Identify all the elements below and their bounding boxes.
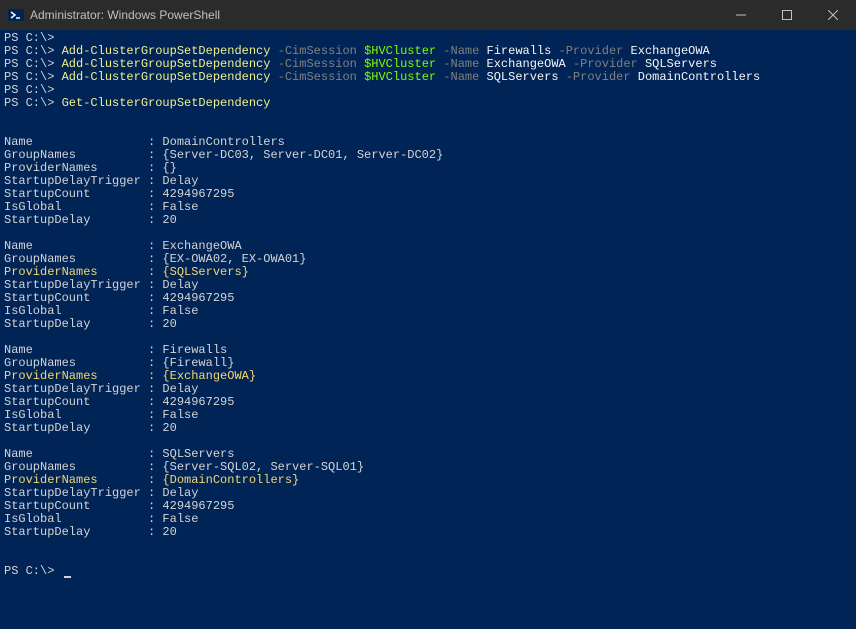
titlebar: Administrator: Windows PowerShell (0, 0, 856, 30)
minimize-button[interactable] (718, 0, 764, 30)
cursor (64, 576, 71, 578)
powershell-icon (8, 7, 24, 23)
terminal-output[interactable]: PS C:\> PS C:\> Add-ClusterGroupSetDepen… (0, 30, 856, 629)
close-button[interactable] (810, 0, 856, 30)
window-title: Administrator: Windows PowerShell (30, 8, 718, 22)
maximize-button[interactable] (764, 0, 810, 30)
